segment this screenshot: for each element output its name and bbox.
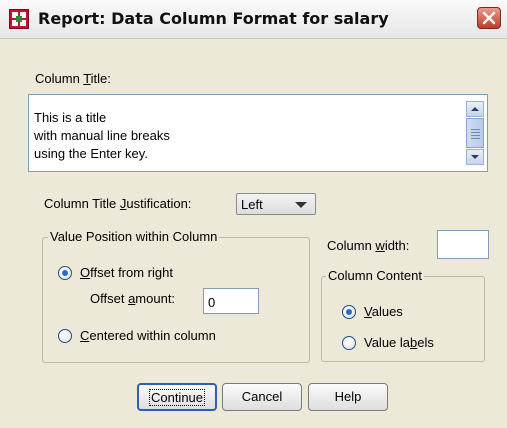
spss-report-icon — [9, 9, 29, 29]
value-position-group — [42, 237, 310, 363]
column-width-input[interactable] — [437, 230, 489, 259]
title-line: with manual line breaks — [34, 128, 170, 143]
close-icon — [482, 11, 496, 25]
help-button[interactable]: Help — [308, 383, 388, 411]
offset-from-right-radio[interactable] — [58, 266, 72, 280]
value-position-legend: Value Position within Column — [48, 229, 220, 244]
continue-label: Continue — [148, 389, 206, 406]
centered-within-column-radio[interactable] — [58, 329, 72, 343]
continue-button[interactable]: Continue — [137, 383, 217, 411]
justification-dropdown[interactable]: Left — [236, 193, 316, 215]
column-content-legend: Column Content — [326, 268, 424, 283]
column-title-label: Column Title: — [35, 71, 111, 86]
values-radio[interactable] — [342, 305, 356, 319]
title-line: using the Enter key. — [34, 146, 148, 161]
column-title-textarea[interactable]: This is a title with manual line breaks … — [28, 94, 488, 172]
chevron-down-icon — [295, 202, 307, 208]
justification-label: Column Title Justification: — [44, 196, 192, 211]
values-label: Values — [364, 304, 403, 319]
close-button[interactable] — [477, 7, 501, 29]
offset-from-right-label: Offset from right — [80, 265, 173, 280]
offset-amount-value: 0 — [208, 295, 216, 310]
value-labels-radio[interactable] — [342, 336, 356, 350]
justification-value: Left — [241, 197, 263, 212]
column-title-text: This is a title with manual line breaks … — [34, 109, 170, 163]
cancel-button[interactable]: Cancel — [222, 383, 302, 411]
window-title: Report: Data Column Format for salary — [38, 9, 389, 28]
scroll-thumb[interactable] — [466, 118, 484, 148]
triangle-down-icon — [471, 155, 479, 159]
centered-within-column-label: Centered within column — [80, 328, 216, 343]
scroll-up-button[interactable] — [466, 101, 484, 117]
title-line: This is a title — [34, 110, 107, 125]
textarea-scrollbar[interactable] — [466, 101, 484, 165]
title-bar[interactable]: Report: Data Column Format for salary — [0, 0, 507, 39]
offset-amount-input[interactable]: 0 — [203, 288, 259, 314]
dialog-window: Report: Data Column Format for salary Co… — [0, 0, 507, 428]
value-labels-label: Value labels — [364, 335, 434, 350]
offset-amount-label: Offset amount: — [90, 291, 176, 306]
triangle-up-icon — [471, 107, 479, 111]
scroll-down-button[interactable] — [466, 149, 484, 165]
column-width-label: Column width: — [327, 238, 410, 253]
